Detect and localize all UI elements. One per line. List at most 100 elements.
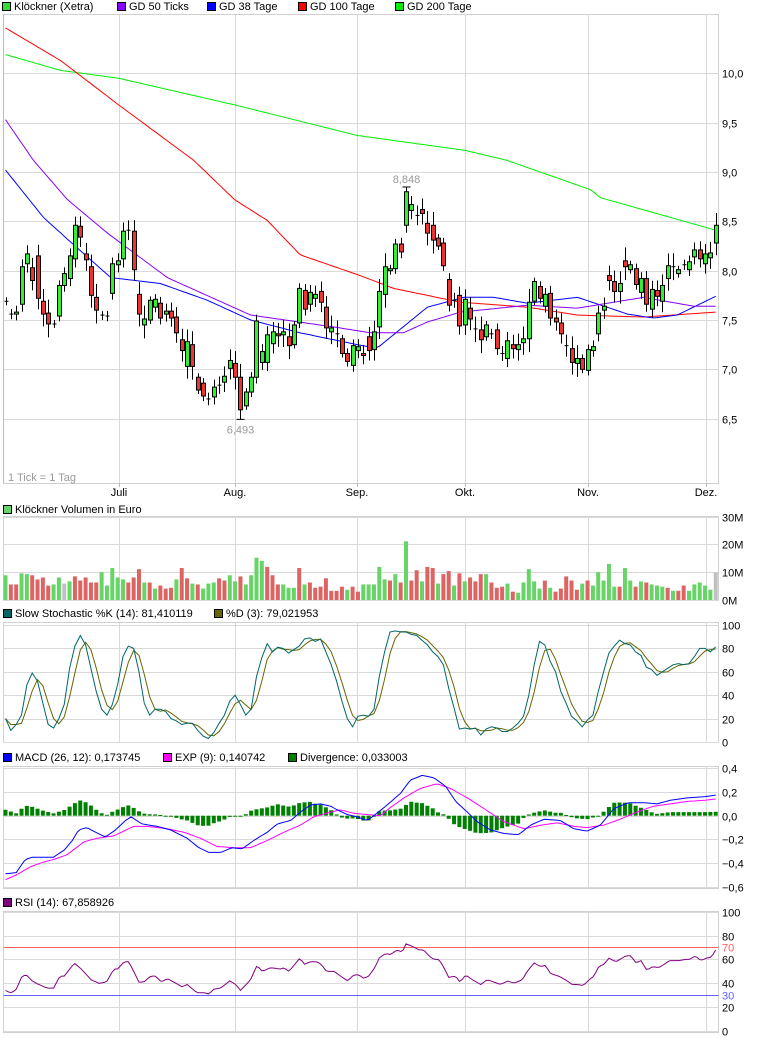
volume-bar xyxy=(243,584,248,600)
volume-bar xyxy=(681,585,686,600)
volume-y-tick-label: 10M xyxy=(722,568,743,580)
candle-body xyxy=(399,243,404,253)
volume-bar xyxy=(131,577,136,600)
volume-bar xyxy=(590,585,595,600)
divergence-bar xyxy=(238,815,243,817)
candle-body xyxy=(185,341,190,367)
price-y-tick-label: 8,5 xyxy=(722,217,737,229)
candle-body xyxy=(20,266,25,305)
volume-bar xyxy=(227,575,232,600)
candle xyxy=(393,238,398,274)
volume-bar xyxy=(687,590,692,600)
volume-bar xyxy=(185,578,190,600)
candle-body xyxy=(30,267,35,282)
candle-body xyxy=(324,306,329,329)
candle-body xyxy=(254,320,259,378)
legend-swatch-macd xyxy=(3,753,12,762)
legend-kloeckner: Klöckner (Xetra) xyxy=(14,1,93,13)
divergence-bar xyxy=(345,815,350,819)
candle-body xyxy=(57,284,62,317)
candle-body xyxy=(660,284,665,302)
divergence-bar xyxy=(201,815,206,826)
candle-body xyxy=(543,293,548,307)
divergence-bar xyxy=(665,812,670,816)
volume-bar xyxy=(510,591,515,600)
volume-bar xyxy=(494,587,499,600)
legend-swatch-gd100 xyxy=(298,2,307,11)
candle-body xyxy=(447,279,452,306)
candle-body xyxy=(169,310,174,319)
candle-body xyxy=(441,242,446,267)
volume-bar xyxy=(617,586,622,600)
divergence-bar xyxy=(275,804,280,816)
volume-bar xyxy=(78,580,83,600)
divergence-bar xyxy=(265,807,270,816)
candle-body xyxy=(244,391,249,407)
candle-body xyxy=(340,338,345,355)
volume-bar xyxy=(40,577,45,600)
candle-body xyxy=(618,282,623,292)
candle-body xyxy=(238,376,243,411)
volume-bar xyxy=(323,578,328,600)
divergence-bar xyxy=(227,815,232,817)
volume-bar xyxy=(404,541,408,600)
stoch-y-tick-label: 60 xyxy=(722,668,734,680)
rsi-label: RSI (14): 67,858926 xyxy=(15,897,114,909)
candle-body xyxy=(110,263,115,294)
divergence-bar xyxy=(660,813,665,816)
candle-body xyxy=(121,230,126,260)
macd-y-tick-label: −0,6 xyxy=(722,883,744,895)
stoch-y-tick-label: 40 xyxy=(722,691,734,703)
volume-bar xyxy=(521,582,526,600)
divergence-bar xyxy=(676,812,681,816)
divergence-bar xyxy=(339,815,344,818)
divergence-bar xyxy=(713,811,718,816)
divergence-bar xyxy=(142,813,147,816)
candle-body xyxy=(436,237,441,247)
candle-body xyxy=(463,298,468,326)
candle-body xyxy=(265,334,270,363)
candle-body xyxy=(73,224,78,260)
volume-bar xyxy=(355,591,360,600)
divergence-bar xyxy=(206,815,211,826)
candle-body xyxy=(687,261,692,271)
divergence-bar xyxy=(51,813,56,816)
candle-body xyxy=(591,346,596,352)
volume-bar xyxy=(8,584,13,600)
candle-body xyxy=(153,298,158,308)
divergence-bar xyxy=(537,811,542,816)
price-y-tick-label: 7,0 xyxy=(722,365,737,377)
candle-body xyxy=(511,344,516,350)
divergence-bar xyxy=(446,815,451,819)
divergence-bar xyxy=(441,814,446,816)
candle-body xyxy=(142,318,147,326)
candle-body xyxy=(644,278,649,305)
candle-body xyxy=(164,310,169,315)
volume-bar xyxy=(660,586,665,600)
divergence-bar xyxy=(169,815,174,817)
candle-body xyxy=(698,249,703,260)
volume-bar xyxy=(516,592,521,600)
divergence-bar xyxy=(185,815,190,821)
volume-bar xyxy=(190,583,195,600)
volume-bar xyxy=(110,568,115,600)
divergence-bar xyxy=(574,815,579,819)
price-y-tick-label: 9,5 xyxy=(722,119,737,131)
volume-bar xyxy=(3,575,8,600)
candle-body xyxy=(276,333,281,337)
stoch-k-label: Slow Stochastic %K (14): 81,410119 xyxy=(15,608,193,620)
divergence-bar xyxy=(644,809,649,816)
candle-body xyxy=(351,345,356,366)
volume-bar xyxy=(206,583,211,600)
divergence-bar xyxy=(56,811,61,816)
candle-body xyxy=(554,317,559,323)
volume-bar xyxy=(393,574,398,600)
divergence-bar xyxy=(190,815,195,823)
volume-bar xyxy=(163,588,168,600)
volume-bar xyxy=(361,584,366,600)
divergence-bar xyxy=(462,815,467,829)
volume-bar xyxy=(30,575,35,600)
legend-swatch-rsi xyxy=(3,898,12,907)
divergence-bar xyxy=(195,815,200,826)
candle-body xyxy=(25,253,30,265)
